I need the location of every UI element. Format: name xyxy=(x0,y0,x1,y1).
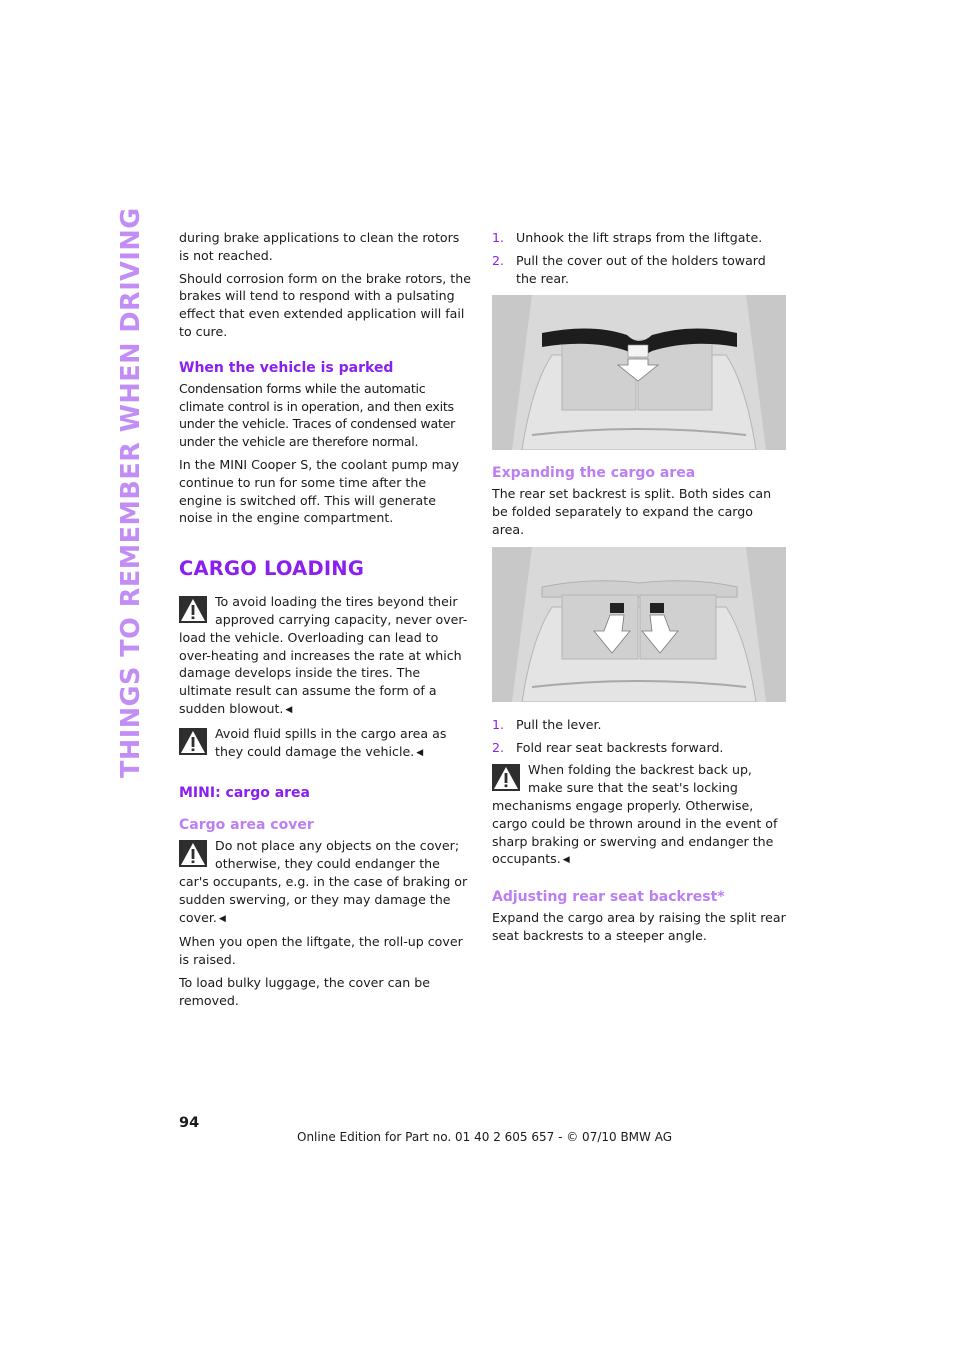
warning-triangle-icon xyxy=(179,596,207,624)
step-number: 1. xyxy=(492,716,505,732)
warning-triangle-icon xyxy=(179,727,207,755)
steps-remove-cover: 1. Unhook the lift straps from the liftga… xyxy=(492,229,788,287)
step-item: 2. Pull the cover out of the holders towa… xyxy=(492,252,788,288)
heading-cargo-area-cover: Cargo area cover xyxy=(179,817,314,834)
paragraph: To load bulky luggage, the cover can be … xyxy=(179,974,430,1008)
step-text: Unhook the lift straps from the liftgate… xyxy=(516,230,763,245)
paragraph: during brake applications to clean the r… xyxy=(179,230,460,263)
warning-note: To avoid loading the tires beyond their … xyxy=(179,593,471,720)
step-text: Pull the lever. xyxy=(516,716,602,732)
warning-text: Do not place any objects on the cover; o… xyxy=(179,838,468,925)
illustration-cargo-cover-removal xyxy=(492,295,786,451)
heading-vehicle-parked: When the vehicle is parked xyxy=(179,359,394,376)
warning-note: Do not place any objects on the cover; o… xyxy=(179,837,471,928)
step-text: Pull the cover out of the holders toward… xyxy=(516,252,766,286)
page-number: 94 xyxy=(179,1115,200,1131)
heading-adjusting-backrest: Adjusting rear seat backrest* xyxy=(492,889,725,906)
end-mark-icon: ◀ xyxy=(416,747,424,758)
step-number: 2. xyxy=(492,252,505,268)
step-number: 1. xyxy=(492,230,505,245)
end-mark-icon: ◀ xyxy=(285,704,293,715)
step-text: Fold rear seat backrests forward. xyxy=(516,739,724,755)
chapter-side-tab: THINGS TO REMEMBER WHEN DRIVING xyxy=(116,207,146,778)
warning-note: When folding the backrest back up, make … xyxy=(492,761,788,870)
illustration-fold-backrests xyxy=(492,546,786,702)
step-item: 1. Pull the lever. xyxy=(492,716,788,734)
heading-expanding-cargo-area: Expanding the cargo area xyxy=(492,465,696,482)
step-item: 1. Unhook the lift straps from the liftga… xyxy=(492,229,788,247)
warning-text: To avoid loading the tires beyond their … xyxy=(179,594,468,716)
paragraph: When you open the liftgate, the roll-up … xyxy=(179,934,463,968)
paragraph: The rear set backrest is split. Both sid… xyxy=(492,486,772,537)
step-number: 2. xyxy=(492,739,505,755)
heading-mini-cargo-area: MINI: cargo area xyxy=(179,785,310,802)
left-column: during brake applications to clean the r… xyxy=(179,229,471,1015)
end-mark-icon: ◀ xyxy=(218,913,226,924)
warning-triangle-icon xyxy=(492,764,520,792)
warning-note: Avoid fluid spills in the cargo area as … xyxy=(179,725,471,763)
paragraph: In the MINI Cooper S, the coolant pump m… xyxy=(179,456,460,526)
paragraph: Expand the cargo area by raising the spl… xyxy=(492,910,786,943)
right-column: 1. Unhook the lift straps from the liftga… xyxy=(492,229,788,950)
heading-cargo-loading: CARGO LOADING xyxy=(179,557,365,581)
warning-text: Avoid fluid spills in the cargo area as … xyxy=(215,725,447,759)
end-mark-icon: ◀ xyxy=(562,855,570,866)
paragraph: Should corrosion form on the brake rotor… xyxy=(179,270,471,339)
step-item: 2. Fold rear seat backrests forward. xyxy=(492,739,788,757)
warning-text: When folding the backrest back up, make … xyxy=(492,762,778,867)
steps-fold-backrest: 1. Pull the lever. 2. Fold rear seat backr… xyxy=(492,716,788,757)
paragraph: Condensation forms while the automatic c… xyxy=(179,380,456,450)
footer-edition: Online Edition for Part no. 01 40 2 605 … xyxy=(297,1130,673,1144)
warning-triangle-icon xyxy=(179,840,207,868)
